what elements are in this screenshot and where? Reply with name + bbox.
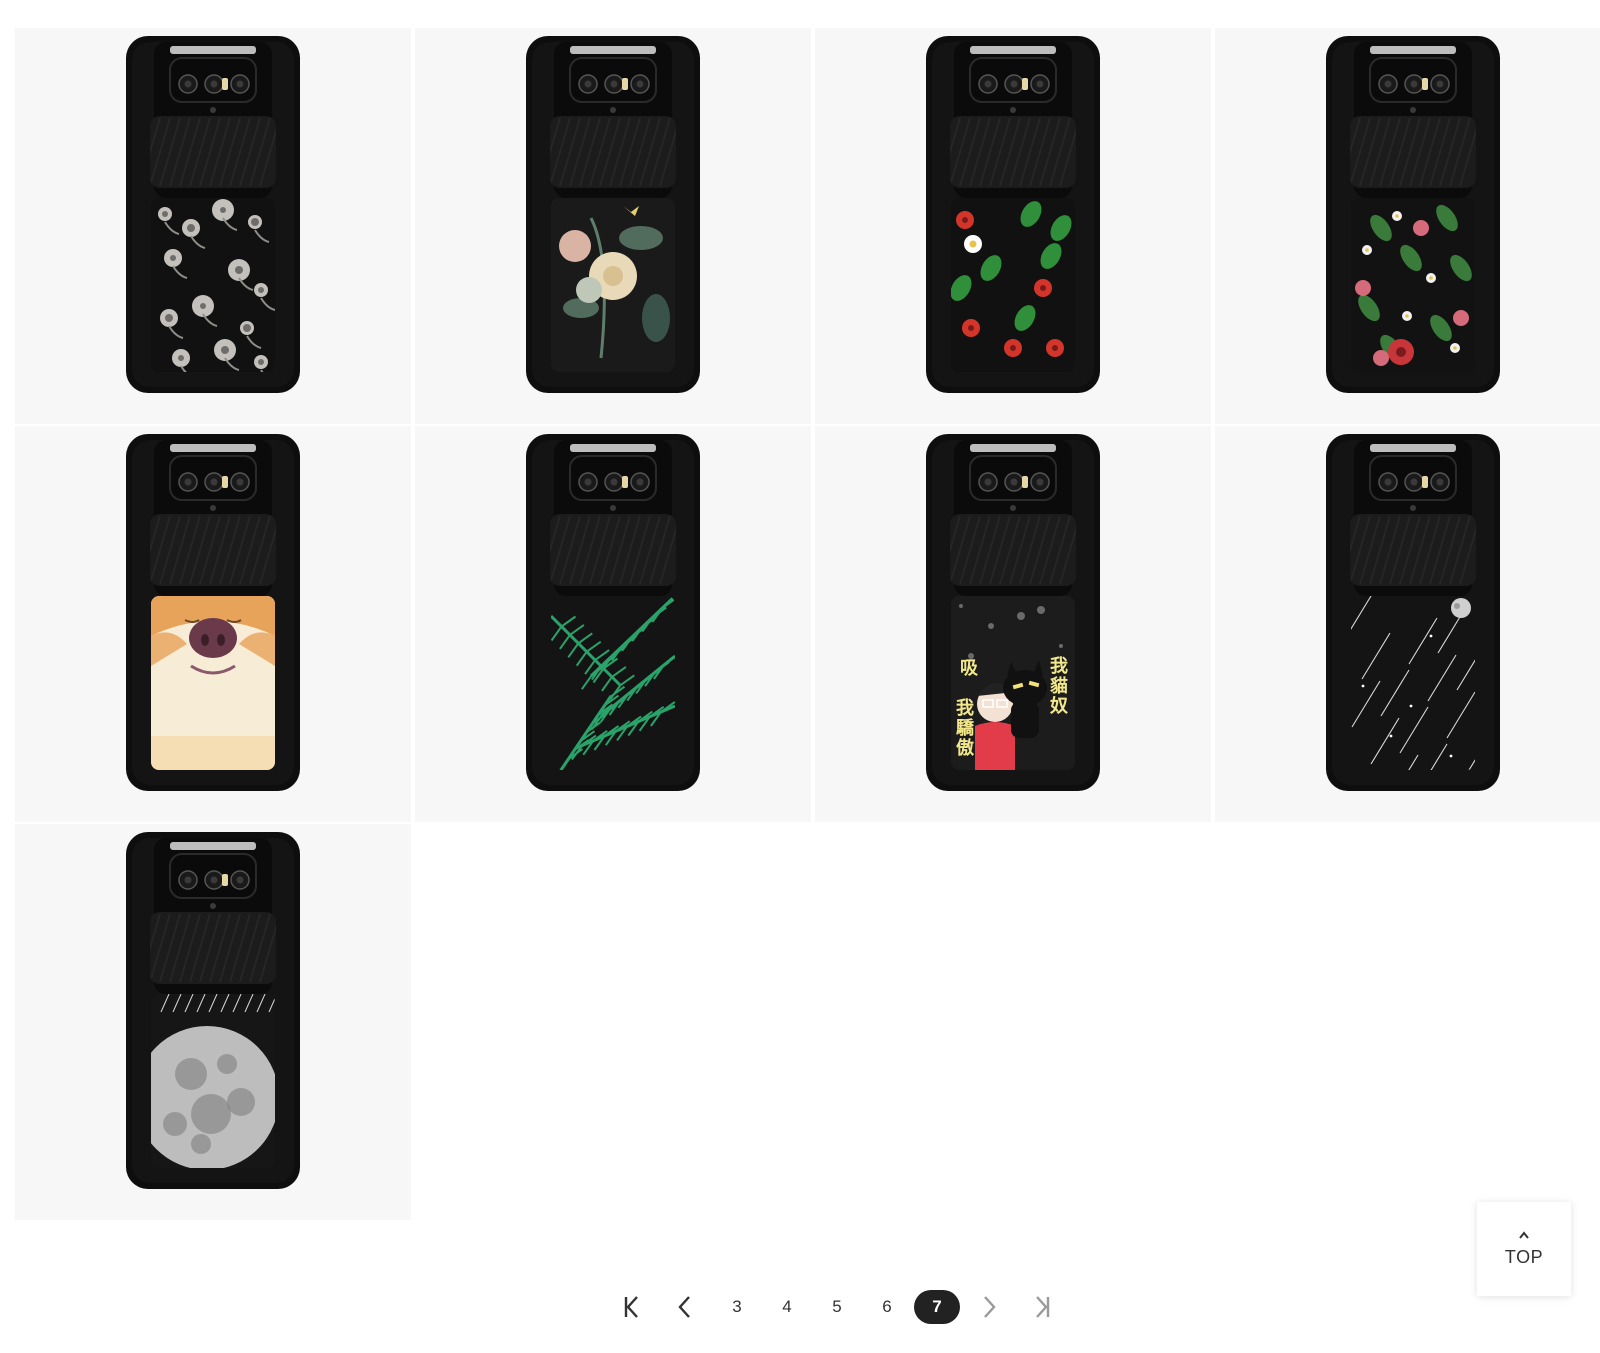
chevron-right-icon (984, 1296, 996, 1318)
last-page-button[interactable] (1016, 1290, 1070, 1324)
product-card[interactable] (15, 824, 411, 1220)
product-image[interactable] (1326, 434, 1500, 791)
product-image[interactable] (126, 832, 300, 1189)
product-card[interactable] (815, 28, 1211, 424)
product-image[interactable] (126, 36, 300, 393)
product-card[interactable]: 我貓奴我驕傲吸 (815, 426, 1211, 822)
back-to-top-label: TOP (1504, 1246, 1544, 1267)
caption-char: 傲 (956, 737, 975, 759)
page-link-4[interactable]: 4 (762, 1290, 812, 1324)
product-grid: 我貓奴我驕傲吸 (15, 28, 1600, 1243)
page-link-3[interactable]: 3 (712, 1290, 762, 1324)
page-link-current[interactable]: 7 (914, 1290, 960, 1324)
product-card[interactable] (1215, 28, 1600, 424)
pagination: 3 4 5 6 7 (604, 1290, 1070, 1324)
chevron-left-icon (678, 1296, 690, 1318)
first-page-icon (624, 1296, 638, 1318)
prev-page-button[interactable] (658, 1290, 712, 1324)
page-link-6[interactable]: 6 (862, 1290, 912, 1324)
page-link-5[interactable]: 5 (812, 1290, 862, 1324)
next-page-button[interactable] (962, 1290, 1016, 1324)
caption-char: 驕 (956, 717, 975, 739)
product-image[interactable] (1326, 36, 1500, 393)
product-card[interactable] (15, 28, 411, 424)
product-image[interactable] (126, 434, 300, 791)
product-card[interactable] (415, 28, 811, 424)
chevron-up-icon (1519, 1230, 1529, 1239)
product-image[interactable] (526, 434, 700, 791)
product-image[interactable] (926, 36, 1100, 393)
caption-char: 我 (956, 698, 974, 719)
caption-char: 貓 (1050, 675, 1068, 697)
product-card[interactable] (15, 426, 411, 822)
caption-char: 我 (1050, 656, 1068, 677)
product-card[interactable] (1215, 426, 1600, 822)
product-image[interactable] (526, 36, 700, 393)
product-image[interactable]: 我貓奴我驕傲吸 (926, 434, 1100, 791)
caption-char: 奴 (1049, 695, 1068, 717)
first-page-button[interactable] (604, 1290, 658, 1324)
back-to-top-button[interactable]: TOP (1477, 1202, 1571, 1296)
caption-char: 吸 (960, 658, 979, 679)
product-card[interactable] (415, 426, 811, 822)
last-page-icon (1036, 1296, 1050, 1318)
